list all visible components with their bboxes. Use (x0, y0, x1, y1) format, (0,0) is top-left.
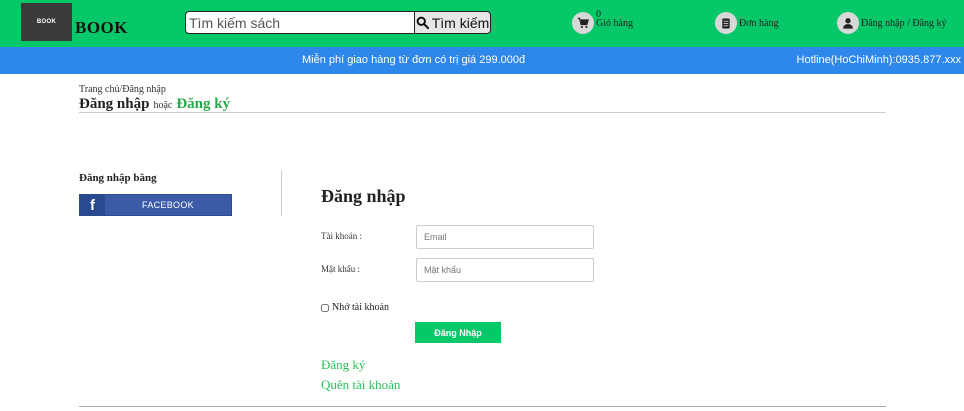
email-field[interactable] (416, 225, 594, 249)
account-label: Đăng nhập / Đăng ký (861, 17, 947, 29)
remember-label: Nhớ tài khoản (332, 302, 389, 313)
logo[interactable]: BOOK (21, 3, 72, 41)
logo-mark: BOOK (36, 19, 57, 25)
page-title-or: hoặc (153, 100, 173, 111)
register-link[interactable]: Đăng ký (321, 357, 365, 373)
orders-link[interactable]: Đơn hàng (715, 12, 778, 34)
cart-icon (572, 12, 594, 34)
breadcrumb[interactable]: Trang chủ/Đăng nhập (79, 84, 166, 95)
user-icon (837, 12, 859, 34)
search-icon (416, 16, 429, 29)
remember-checkbox[interactable] (321, 303, 329, 312)
cart-link[interactable]: 0 Giỏ hàng (572, 9, 633, 34)
page-title-register-link[interactable]: Đăng ký (176, 96, 230, 113)
hotline: Hotline(HoChiMinh):0935.877.xxx (796, 54, 961, 66)
header-bar: BOOK BOOK Tìm kiếm 0 Giỏ hàng (0, 0, 964, 47)
page-title: Đăng nhập hoặc Đăng ký (79, 96, 230, 113)
username-label: Tài khoản : (321, 231, 362, 241)
orders-label: Đơn hàng (739, 17, 779, 29)
search-input[interactable] (185, 11, 415, 34)
promo-bar: Miễn phí giao hàng từ đơn có trị giá 299… (0, 47, 964, 74)
login-form-title: Đăng nhập (321, 186, 406, 206)
account-link[interactable]: Đăng nhập / Đăng ký (837, 12, 947, 34)
facebook-icon: f (80, 195, 105, 215)
vertical-divider (281, 170, 282, 216)
cart-label: Giỏ hàng (596, 18, 633, 29)
footer-divider (79, 406, 886, 407)
remember-me[interactable]: Nhớ tài khoản (321, 302, 389, 313)
login-button[interactable]: Đăng Nhập (415, 322, 501, 343)
facebook-login-label: FACEBOOK (142, 200, 194, 210)
receipt-icon (715, 12, 737, 34)
logo-text[interactable]: BOOK (75, 18, 128, 38)
forgot-account-link[interactable]: Quên tài khoản (321, 377, 400, 393)
search-button[interactable]: Tìm kiếm (415, 11, 491, 34)
cart-count-badge: 0 (596, 9, 601, 20)
facebook-login-button[interactable]: f FACEBOOK (79, 194, 232, 216)
social-login-title: Đăng nhập bằng (79, 172, 157, 184)
password-field[interactable] (416, 258, 594, 282)
promo-message: Miễn phí giao hàng từ đơn có trị giá 299… (302, 54, 526, 66)
search-bar: Tìm kiếm (185, 11, 491, 34)
page-title-login: Đăng nhập (79, 96, 150, 112)
search-button-label: Tìm kiếm (431, 14, 490, 31)
divider (79, 112, 886, 113)
password-label: Mật khẩu : (321, 264, 360, 274)
